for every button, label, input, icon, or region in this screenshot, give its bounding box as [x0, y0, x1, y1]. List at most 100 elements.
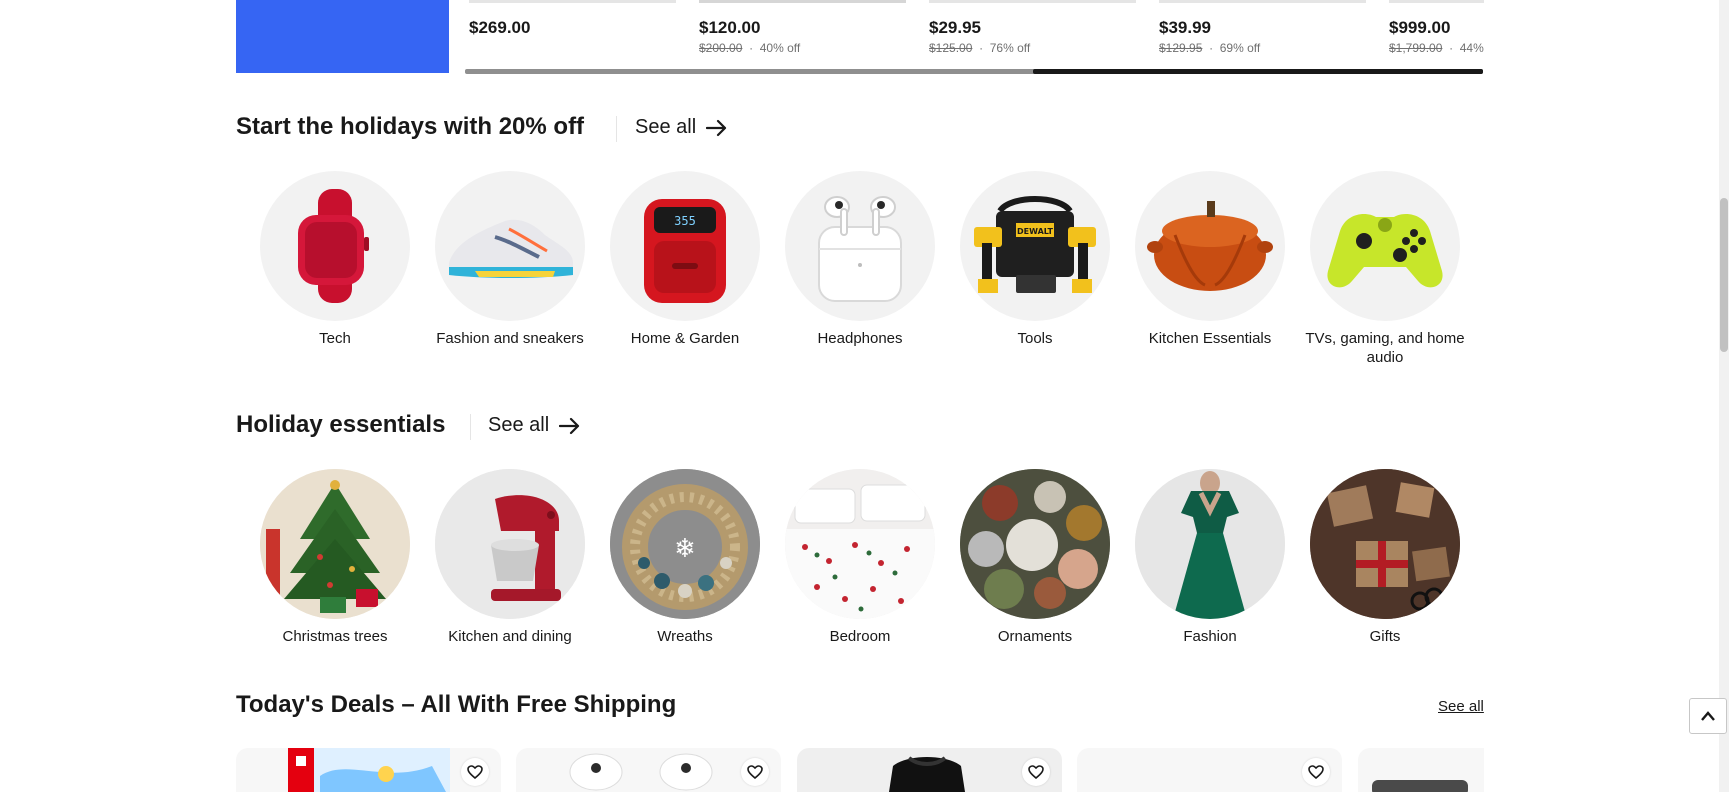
category-tech[interactable]: Tech: [255, 171, 415, 348]
category-label: Wreaths: [657, 628, 713, 645]
promo-banner-tile[interactable]: [236, 0, 449, 73]
earbuds-icon: [818, 196, 902, 302]
category-image[interactable]: [1135, 171, 1285, 321]
watchlist-button[interactable]: [1022, 758, 1050, 786]
original-price: $200.00: [699, 41, 743, 55]
see-all-holidays-link[interactable]: See all: [635, 116, 728, 139]
category-christmas-trees[interactable]: Christmas trees: [255, 469, 415, 646]
category-image[interactable]: [1310, 171, 1460, 321]
title-divider: [616, 116, 617, 142]
category-label: Fashion: [1183, 628, 1237, 645]
heart-icon: [1308, 765, 1324, 779]
category-image[interactable]: [960, 469, 1110, 619]
heart-icon: [1028, 765, 1044, 779]
category-headphones[interactable]: Headphones: [780, 171, 940, 348]
category-image[interactable]: [1135, 469, 1285, 619]
category-label: Tech: [319, 330, 351, 347]
item-price[interactable]: $269.00: [469, 18, 530, 38]
svg-text:355: 355: [674, 214, 696, 228]
arrow-right-icon: [559, 417, 580, 434]
dot-separator: ·: [979, 41, 984, 55]
category-image[interactable]: 355: [610, 171, 760, 321]
category-label: Ornaments: [997, 628, 1073, 645]
category-fashion[interactable]: Fashion: [1130, 469, 1290, 646]
chevron-up-icon: [1701, 711, 1715, 721]
svg-text:DEWALT: DEWALT: [1017, 227, 1054, 236]
category-fashion-sneakers[interactable]: Fashion and sneakers: [430, 171, 590, 348]
heart-icon: [467, 765, 483, 779]
original-price: $129.95: [1159, 41, 1203, 55]
watchlist-button[interactable]: [741, 758, 769, 786]
category-ornaments[interactable]: Ornaments: [955, 469, 1115, 646]
dutch-oven-icon: [1147, 201, 1273, 291]
see-all-essentials-link[interactable]: See all: [488, 414, 581, 437]
category-bedroom[interactable]: Bedroom: [780, 469, 940, 646]
price-meta: $200.00 · 40% off: [699, 41, 800, 55]
stand-mixer-icon: [435, 469, 585, 619]
item-price[interactable]: $29.95: [929, 18, 981, 38]
wreath-icon: ❄: [610, 469, 760, 619]
title-divider: [470, 414, 471, 440]
svg-text:❄: ❄: [674, 534, 696, 564]
air-fryer-icon: 355: [644, 199, 726, 303]
category-image[interactable]: DEWALT: [960, 171, 1110, 321]
original-price: $1,799.00: [1389, 41, 1443, 55]
category-kitchen-dining[interactable]: Kitchen and dining: [430, 469, 590, 646]
card-top-edge: [929, 0, 1136, 3]
page-scrollbar-track[interactable]: [1719, 0, 1729, 792]
category-image[interactable]: [785, 171, 935, 321]
category-kitchen-essentials[interactable]: Kitchen Essentials: [1130, 171, 1290, 348]
page-scrollbar-thumb[interactable]: [1720, 198, 1728, 352]
card-top-edge: [699, 0, 906, 3]
category-home-garden[interactable]: 355 Home & Garden: [605, 171, 765, 348]
watchlist-button[interactable]: [1302, 758, 1330, 786]
smartwatch-icon: [298, 189, 369, 303]
category-image[interactable]: [1310, 469, 1460, 619]
section-title-essentials: Holiday essentials: [236, 411, 446, 438]
back-to-top-button[interactable]: [1689, 698, 1727, 734]
category-label: Headphones: [817, 330, 903, 347]
dress-icon: [1135, 469, 1285, 619]
section-title-deals: Today's Deals – All With Free Shipping: [236, 691, 677, 718]
deal-card[interactable]: [797, 748, 1062, 792]
watchlist-button[interactable]: [461, 758, 489, 786]
deal-card[interactable]: [1077, 748, 1342, 792]
category-wreaths[interactable]: ❄ Wreaths: [605, 469, 765, 646]
category-image[interactable]: [435, 171, 585, 321]
see-all-deals-link[interactable]: See all: [1438, 698, 1484, 715]
category-gifts[interactable]: Gifts: [1305, 469, 1465, 646]
item-price[interactable]: $39.99: [1159, 18, 1211, 38]
category-tools[interactable]: DEWALT Tools: [955, 171, 1115, 348]
category-label: Fashion and sneakers: [436, 330, 584, 347]
deal-card[interactable]: [516, 748, 781, 792]
category-image[interactable]: [435, 469, 585, 619]
gray-device-icon: [1372, 780, 1468, 792]
category-image[interactable]: ❄: [610, 469, 760, 619]
game-controller-icon: [1327, 213, 1443, 288]
top-deals-carousel: $269.00 $120.00 $200.00 · 40% off $29.95…: [463, 0, 1484, 73]
category-image[interactable]: [785, 469, 935, 619]
arrow-right-icon: [706, 119, 727, 136]
carousel-scroll-thumb[interactable]: [1033, 69, 1483, 74]
item-price[interactable]: $120.00: [699, 18, 760, 38]
category-tvs-gaming-audio[interactable]: TVs, gaming, and home audio: [1305, 171, 1465, 367]
category-image[interactable]: [260, 469, 410, 619]
category-label: Kitchen and dining: [448, 628, 572, 645]
bedding-icon: [785, 469, 935, 619]
dot-separator: ·: [749, 41, 754, 55]
item-price[interactable]: $999.00: [1389, 18, 1450, 38]
christmas-tree-icon: [260, 469, 410, 619]
deal-card[interactable]: [236, 748, 501, 792]
deal-card[interactable]: [1358, 748, 1484, 792]
discount-text: 44% off: [1459, 41, 1484, 55]
category-label: Home & Garden: [630, 330, 740, 347]
discount-text: 69% off: [1219, 41, 1261, 55]
category-label: Tools: [1017, 330, 1053, 347]
see-all-label: See all: [488, 414, 550, 436]
card-top-edge: [1389, 0, 1484, 3]
category-image[interactable]: [260, 171, 410, 321]
discount-text: 76% off: [989, 41, 1031, 55]
card-top-edge: [1159, 0, 1366, 3]
original-price: $125.00: [929, 41, 973, 55]
category-label: Kitchen Essentials: [1148, 330, 1272, 347]
